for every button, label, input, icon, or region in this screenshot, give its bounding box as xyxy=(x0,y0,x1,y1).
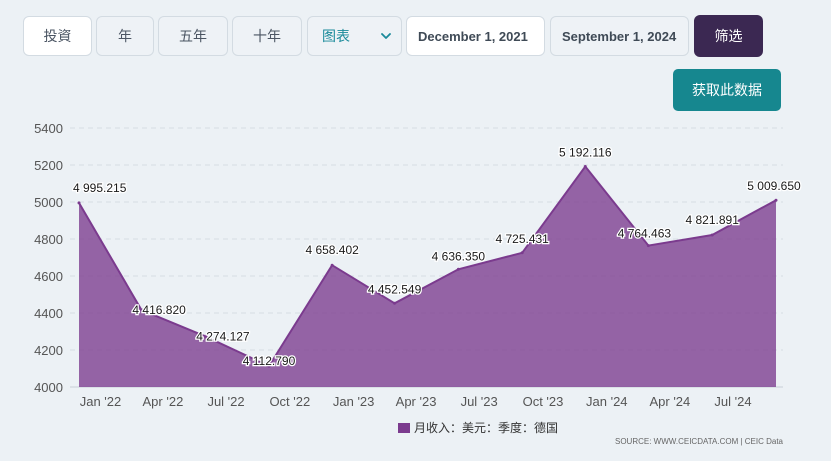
chart-legend[interactable]: 月收入：美元：季度：德国 xyxy=(398,420,558,435)
y-axis: 4000 4200 4400 4600 4800 5000 5200 5400 xyxy=(34,121,63,395)
y-tick-label: 4400 xyxy=(34,306,63,321)
x-tick-label: Apr '24 xyxy=(649,394,690,409)
y-tick-label: 5200 xyxy=(34,158,63,173)
y-tick-label: 5000 xyxy=(34,195,63,210)
x-tick-label: Oct '23 xyxy=(523,394,564,409)
y-tick-label: 4800 xyxy=(34,232,63,247)
x-tick-label: Jul '23 xyxy=(461,394,498,409)
data-point[interactable] xyxy=(583,164,587,168)
series-area xyxy=(79,166,776,387)
y-tick-label: 5400 xyxy=(34,121,63,136)
data-point[interactable] xyxy=(456,267,460,271)
data-label: 4 274.127 xyxy=(196,329,250,343)
x-tick-label: Jul '22 xyxy=(207,394,244,409)
data-point[interactable] xyxy=(77,201,81,205)
data-label: 4 112.790 xyxy=(243,354,296,368)
x-axis: Jan '22 Apr '22 Jul '22 Oct '22 Jan '23 Apr '… xyxy=(70,386,783,409)
y-tick-label: 4200 xyxy=(34,343,63,358)
y-tick-label: 4000 xyxy=(34,380,63,395)
y-tick-label: 4600 xyxy=(34,269,63,284)
area-chart: 4000 4200 4400 4600 4800 5000 5200 5400 Jan '22… xyxy=(34,121,802,446)
x-tick-label: Apr '22 xyxy=(143,394,184,409)
x-tick-label: Apr '23 xyxy=(396,394,437,409)
data-point[interactable] xyxy=(330,263,334,267)
x-tick-label: Jan '24 xyxy=(586,394,628,409)
data-label: 4 658.402 xyxy=(305,243,359,257)
data-label: 5 009.650 xyxy=(747,179,801,193)
x-tick-label: Jul '24 xyxy=(714,394,751,409)
data-label: 4 452.549 xyxy=(368,282,422,296)
data-point[interactable] xyxy=(774,198,778,202)
data-label: 5 192.116 xyxy=(559,145,612,159)
legend-swatch xyxy=(398,423,410,433)
data-label: 4 725.431 xyxy=(495,232,549,246)
x-tick-label: Jan '22 xyxy=(80,394,122,409)
data-point[interactable] xyxy=(520,251,524,255)
data-label: 4 821.891 xyxy=(685,213,739,227)
data-label: 4 995.215 xyxy=(73,181,127,195)
data-point[interactable] xyxy=(646,244,650,248)
x-tick-label: Oct '22 xyxy=(269,394,310,409)
data-label: 4 416.820 xyxy=(132,303,186,317)
legend-label: 月收入：美元：季度：德国 xyxy=(414,420,558,435)
x-tick-label: Jan '23 xyxy=(333,394,375,409)
data-label: 4 764.463 xyxy=(618,227,672,241)
data-point[interactable] xyxy=(393,301,397,305)
data-label: 4 636.350 xyxy=(432,249,486,263)
chart-source: SOURCE: WWW.CEICDATA.COM | CEIC Data xyxy=(615,437,784,446)
data-point[interactable] xyxy=(710,233,714,237)
